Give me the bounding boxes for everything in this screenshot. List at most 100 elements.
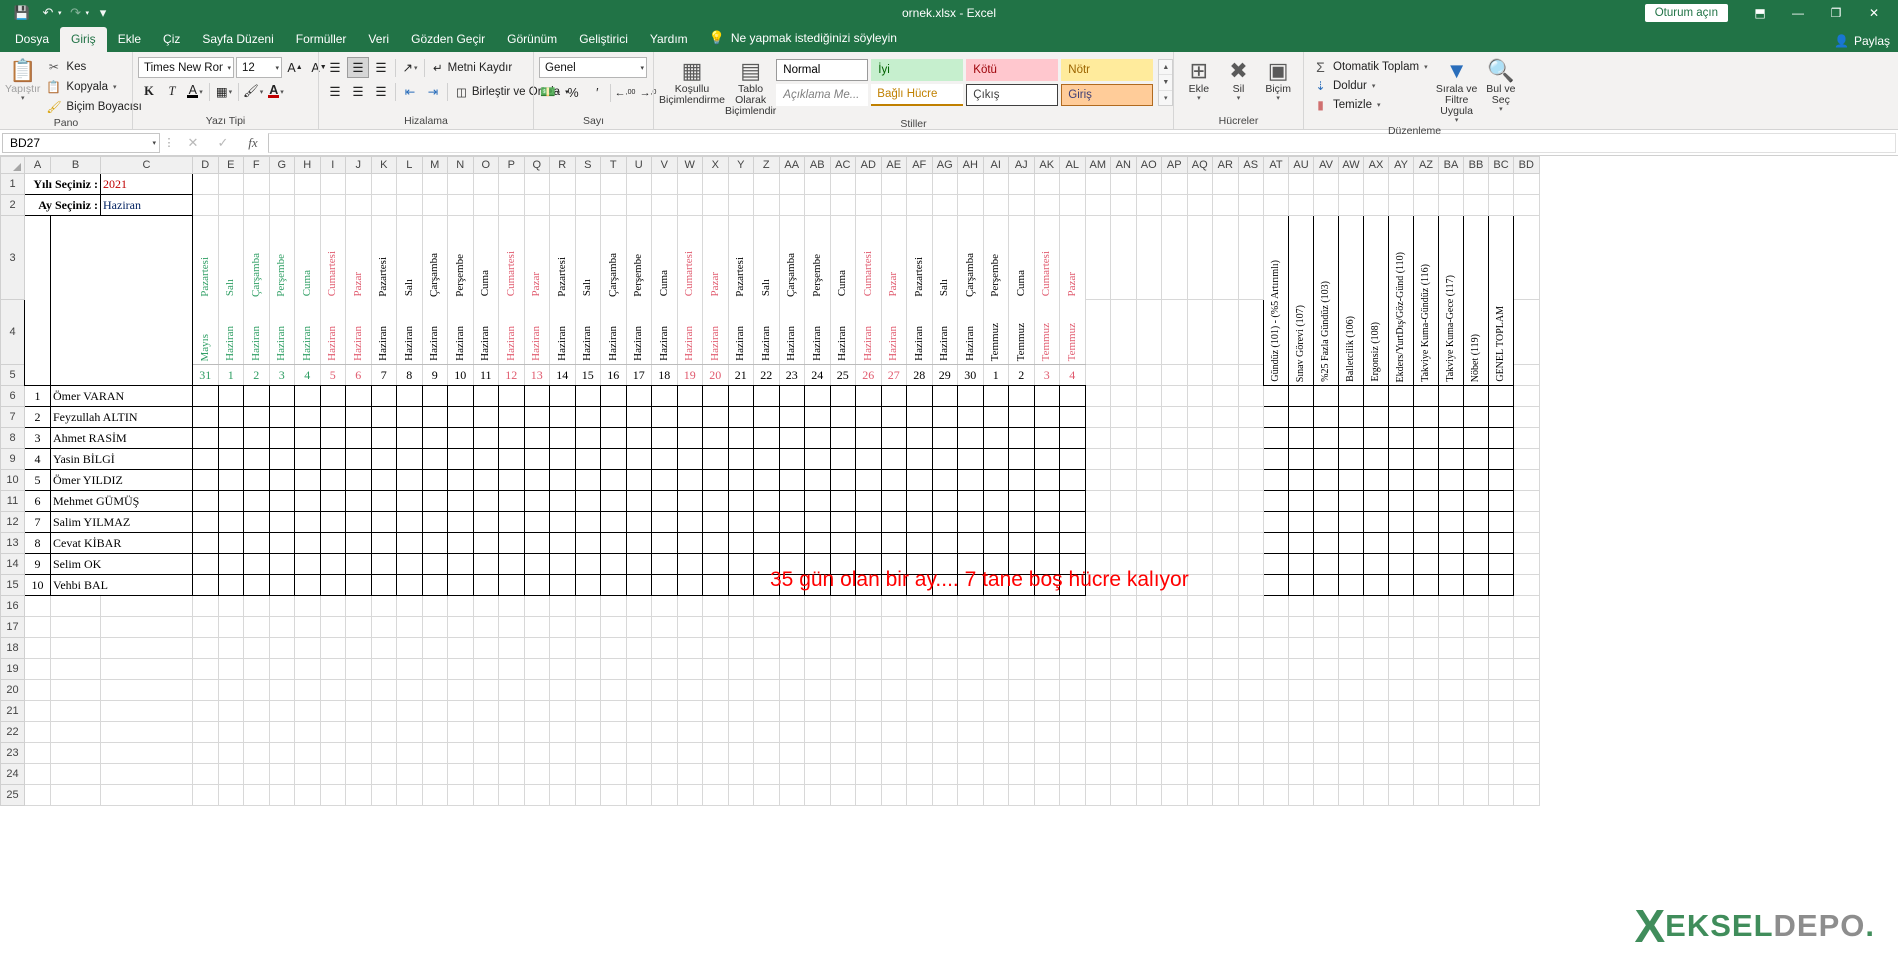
align-bottom-button[interactable]: ☰ [370, 57, 392, 78]
table-row-cell-T7[interactable] [600, 406, 627, 428]
cell-AQ22[interactable] [1186, 721, 1213, 743]
table-row-cell-J6[interactable] [345, 385, 372, 407]
table-row-cell-AC14[interactable] [829, 553, 856, 575]
table-row-cell-AZ15[interactable] [1413, 574, 1439, 596]
cell-AE25[interactable] [880, 784, 907, 806]
table-row-cell-AT12[interactable] [1263, 511, 1289, 533]
cell-H24[interactable] [294, 763, 321, 785]
table-row-cell-AC6[interactable] [829, 385, 856, 407]
table-row-cell-G6[interactable] [268, 385, 295, 407]
month-name-header-P[interactable]: Haziran [498, 299, 525, 365]
cell-AO23[interactable] [1135, 742, 1162, 764]
cell-U1[interactable] [625, 173, 652, 195]
table-row-cell-AT8[interactable] [1263, 427, 1289, 449]
cell-L25[interactable] [396, 784, 423, 806]
table-row-cell-AV15[interactable] [1313, 574, 1339, 596]
cell-M19[interactable] [421, 658, 448, 680]
delete-cells-dropdown-icon[interactable]: ▾ [1237, 95, 1241, 102]
cell-AP17[interactable] [1161, 616, 1188, 638]
cell-AI16[interactable] [982, 595, 1009, 617]
cell-N18[interactable] [447, 637, 474, 659]
column-header-AF[interactable]: AF [906, 156, 933, 174]
conditional-formatting-button[interactable]: ▦ Koşullu Biçimlendirme [659, 57, 725, 106]
day-number-X[interactable]: 20 [702, 364, 729, 386]
cell-BC25[interactable] [1488, 784, 1514, 806]
cell-AO16[interactable] [1135, 595, 1162, 617]
cell-Y21[interactable] [727, 700, 754, 722]
cell-AF19[interactable] [906, 658, 933, 680]
cell-style-2[interactable]: Kötü [966, 59, 1059, 81]
cell-AC19[interactable] [829, 658, 856, 680]
month-name-header-F[interactable]: Haziran [243, 299, 270, 365]
cell-AG24[interactable] [931, 763, 958, 785]
table-row-cell-E11[interactable] [217, 490, 244, 512]
table-row-cell-E10[interactable] [217, 469, 244, 491]
cell-E16[interactable] [217, 595, 244, 617]
cell-I20[interactable] [319, 679, 346, 701]
format-painter-button[interactable]: 🖌 Biçim Boyacısı [42, 97, 145, 116]
table-row-cell-T9[interactable] [600, 448, 627, 470]
underline-button[interactable]: A ▾ [184, 81, 206, 102]
cell-AK25[interactable] [1033, 784, 1060, 806]
column-header-AN[interactable]: AN [1110, 156, 1137, 174]
table-row-cell-AV10[interactable] [1313, 469, 1339, 491]
cell-AE19[interactable] [880, 658, 907, 680]
cell-AV19[interactable] [1313, 658, 1339, 680]
table-row-cell-R6[interactable] [549, 385, 576, 407]
cell-F21[interactable] [243, 700, 270, 722]
table-row-cell-V14[interactable] [651, 553, 678, 575]
cell-AJ22[interactable] [1008, 721, 1035, 743]
employee-name[interactable]: Yasin BİLGİ [50, 448, 193, 470]
table-row-cell-BC7[interactable] [1488, 406, 1514, 428]
cell-D19[interactable] [192, 658, 219, 680]
cell-O16[interactable] [472, 595, 499, 617]
ribbon-tab-geliştirici[interactable]: Geliştirici [568, 27, 639, 52]
month-name-header-D[interactable]: Mayıs [192, 299, 219, 365]
cell-F24[interactable] [243, 763, 270, 785]
cell-J16[interactable] [345, 595, 372, 617]
table-row-cell-AZ12[interactable] [1413, 511, 1439, 533]
column-header-AA[interactable]: AA [778, 156, 805, 174]
cell-D18[interactable] [192, 637, 219, 659]
cell-AX18[interactable] [1363, 637, 1389, 659]
cell-AG22[interactable] [931, 721, 958, 743]
cell-AX2[interactable] [1363, 194, 1389, 216]
cell-N1[interactable] [447, 173, 474, 195]
cell-AW23[interactable] [1338, 742, 1364, 764]
cell-AY20[interactable] [1388, 679, 1414, 701]
cell-R24[interactable] [549, 763, 576, 785]
table-row-cell-Q15[interactable] [523, 574, 550, 596]
table-row-cell-AI9[interactable] [982, 448, 1009, 470]
summary-header-BC[interactable]: GENEL TOPLAM [1488, 215, 1514, 386]
cell-I21[interactable] [319, 700, 346, 722]
cell-AF17[interactable] [906, 616, 933, 638]
cell-X19[interactable] [702, 658, 729, 680]
table-row-cell-D13[interactable] [192, 532, 219, 554]
employee-name[interactable]: Selim OK [50, 553, 193, 575]
column-header-L[interactable]: L [396, 156, 423, 174]
table-row-cell-K10[interactable] [370, 469, 397, 491]
table-row-cell-P11[interactable] [498, 490, 525, 512]
cell-Q21[interactable] [523, 700, 550, 722]
table-row-cell-Q8[interactable] [523, 427, 550, 449]
month-name-header-L[interactable]: Haziran [396, 299, 423, 365]
cell-U23[interactable] [625, 742, 652, 764]
table-row-cell-AB8[interactable] [804, 427, 831, 449]
summary-header-AY[interactable]: Ekders/YurtDış/Göz-Günd (110) [1388, 215, 1414, 386]
cell-AX1[interactable] [1363, 173, 1389, 195]
cell-BC20[interactable] [1488, 679, 1514, 701]
column-header-S[interactable]: S [574, 156, 601, 174]
day-name-header-AL[interactable]: Pazar [1059, 215, 1086, 300]
table-row-cell-E6[interactable] [217, 385, 244, 407]
cell-AQ18[interactable] [1186, 637, 1213, 659]
month-value-cell[interactable]: Haziran [100, 194, 193, 216]
table-row-cell-U6[interactable] [625, 385, 652, 407]
cell-U18[interactable] [625, 637, 652, 659]
table-row-cell-AK10[interactable] [1033, 469, 1060, 491]
cell-W19[interactable] [676, 658, 703, 680]
sort-filter-dropdown-icon[interactable]: ▾ [1455, 117, 1459, 124]
table-row-cell-AY6[interactable] [1388, 385, 1414, 407]
row-header-5[interactable]: 5 [0, 364, 25, 386]
table-row-cell-BB15[interactable] [1463, 574, 1489, 596]
table-row-cell-AG11[interactable] [931, 490, 958, 512]
